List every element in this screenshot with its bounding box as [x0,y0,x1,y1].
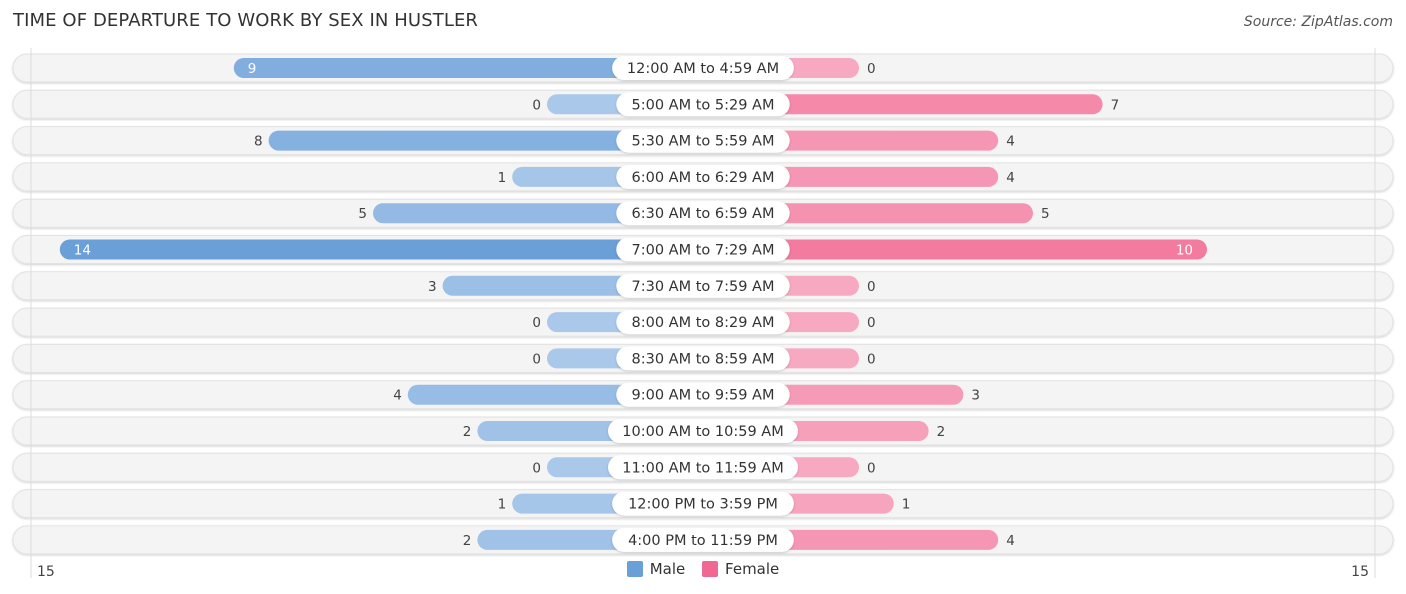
legend: Male Female [0,560,1406,581]
category-label: 8:30 AM to 8:59 AM [632,351,775,367]
legend-label-male: Male [649,560,686,578]
value-label-male: 0 [532,460,541,476]
table-row: 9 0 12:00 AM to 4:59 AM [12,53,1394,83]
legend-item-male[interactable]: Male [626,560,686,578]
category-label: 12:00 AM to 4:59 AM [627,61,779,77]
value-label-female: 3 [971,388,980,404]
value-label-male: 2 [463,533,472,549]
value-label-female: 0 [867,279,876,295]
table-row: 1 4 6:00 AM to 6:29 AM [12,162,1394,192]
category-label: 7:30 AM to 7:59 AM [632,279,775,295]
category-label: 10:00 AM to 10:59 AM [622,424,783,440]
value-label-female: 0 [867,61,876,77]
value-label-female: 5 [1041,206,1050,222]
value-label-male: 4 [393,388,402,404]
value-label-male: 8 [254,134,263,150]
table-row: 14 10 7:00 AM to 7:29 AM [12,235,1394,264]
category-label: 6:30 AM to 6:59 AM [632,206,775,222]
legend-swatch-female [702,561,719,577]
value-label-male: 0 [532,315,541,331]
value-label-male: 2 [463,424,472,440]
category-label: 9:00 AM to 9:59 AM [632,388,775,404]
value-label-female: 10 [1176,243,1193,259]
bar-male[interactable] [59,239,704,260]
value-label-male: 0 [532,97,541,113]
table-row: 1 1 12:00 PM to 3:59 PM [12,489,1394,519]
value-label-male: 9 [248,61,257,77]
table-row: 3 0 7:30 AM to 7:59 AM [12,271,1394,301]
value-label-male: 0 [532,351,541,367]
table-row: 0 0 8:30 AM to 8:59 AM [12,343,1394,373]
table-row: 4 3 9:00 AM to 9:59 AM [12,380,1394,410]
category-label: 8:00 AM to 8:29 AM [632,315,775,331]
legend-swatch-male [626,561,643,577]
value-label-female: 4 [1006,533,1015,549]
value-label-male: 5 [358,206,367,222]
category-label: 12:00 PM to 3:59 PM [628,497,778,513]
table-row: 5 5 6:30 AM to 6:59 AM [12,198,1394,228]
table-row: 0 7 5:00 AM to 5:29 AM [12,89,1394,119]
table-row: 0 0 8:00 AM to 8:29 AM [12,307,1394,337]
value-label-female: 0 [867,315,876,331]
category-label: 11:00 AM to 11:59 AM [622,460,783,476]
value-label-female: 0 [867,351,876,367]
legend-label-female: Female [725,560,780,578]
chart-svg: 9 0 12:00 AM to 4:59 AM 0 7 5:00 AM to 5:29 A… [12,48,1394,580]
value-label-male: 1 [498,170,507,186]
value-label-male: 1 [498,497,507,513]
value-label-female: 4 [1006,170,1015,186]
table-row: 8 4 5:30 AM to 5:59 AM [12,126,1394,156]
category-label: 4:00 PM to 11:59 PM [628,533,778,549]
category-label: 6:00 AM to 6:29 AM [632,170,775,186]
value-label-male: 14 [74,243,91,259]
value-label-female: 4 [1006,134,1015,150]
table-row: 2 4 4:00 PM to 11:59 PM [12,525,1394,555]
value-label-female: 2 [937,424,946,440]
value-label-female: 1 [902,497,911,513]
category-label: 5:00 AM to 5:29 AM [632,97,775,113]
table-row: 0 0 11:00 AM to 11:59 AM [12,452,1394,482]
category-label: 7:00 AM to 7:29 AM [632,243,775,259]
legend-item-female[interactable]: Female [702,560,779,578]
value-label-female: 7 [1111,97,1120,113]
category-label: 5:30 AM to 5:59 AM [632,134,775,150]
value-label-male: 3 [428,279,437,295]
value-label-female: 0 [867,460,876,476]
table-row: 2 2 10:00 AM to 10:59 AM [12,416,1394,446]
